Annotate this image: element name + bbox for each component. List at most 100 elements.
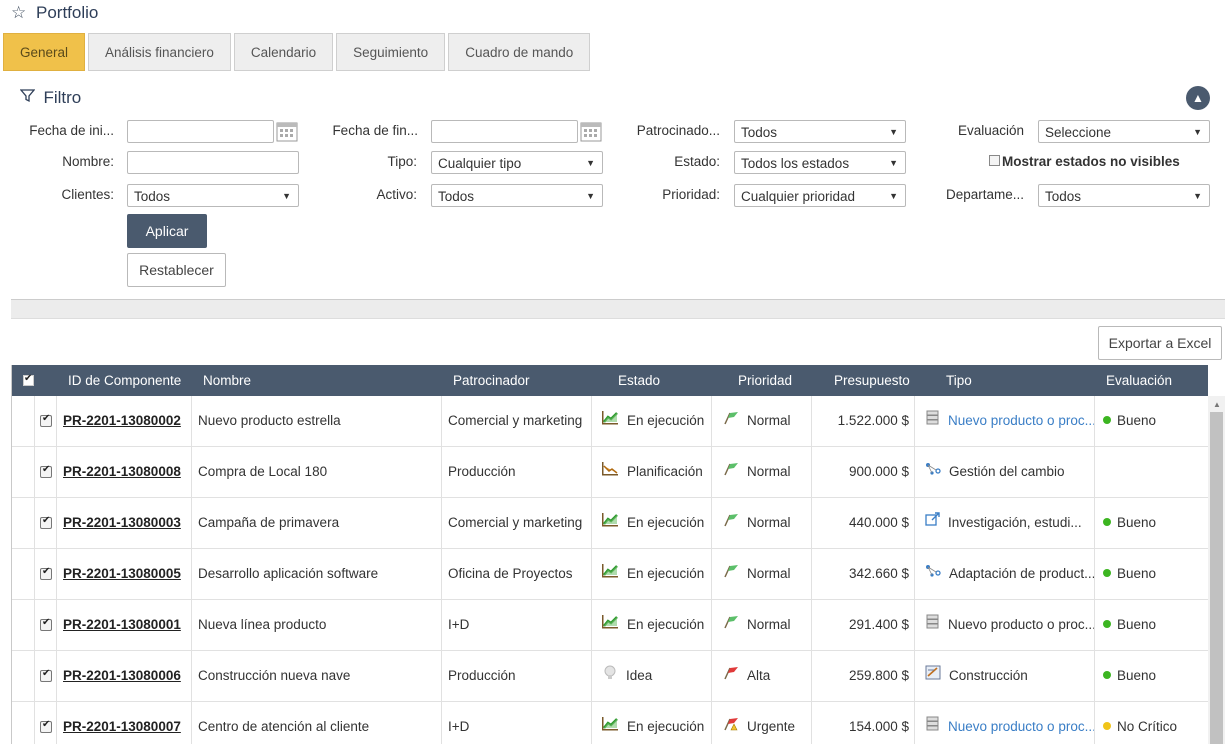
activo-label: Activo: xyxy=(376,187,417,202)
row-spacer xyxy=(12,498,35,548)
row-checkbox[interactable] xyxy=(40,464,52,478)
evaluacion-text: Bueno xyxy=(1117,617,1157,632)
cell-presupuesto: 440.000 $ xyxy=(812,498,915,548)
row-spacer xyxy=(12,702,35,744)
cell-tipo: Nuevo producto o proc... xyxy=(915,600,1095,650)
dropdown-arrow-icon: ▼ xyxy=(586,158,595,168)
row-checkbox[interactable] xyxy=(40,413,52,427)
export-excel-button[interactable]: Exportar a Excel xyxy=(1098,326,1222,360)
dropdown-arrow-icon: ▼ xyxy=(586,191,595,201)
component-id-link[interactable]: PR-2201-13080005 xyxy=(63,566,181,581)
cell-id: PR-2201-13080005 xyxy=(57,549,192,599)
tipo-text: Nuevo producto o proc... xyxy=(948,617,1095,632)
collapse-filter-button[interactable]: ▲ xyxy=(1186,86,1210,110)
cell-tipo: Nuevo producto o proc... xyxy=(915,702,1095,744)
nodes-icon xyxy=(925,447,941,497)
estado-select[interactable]: Todos los estados ▼ xyxy=(734,151,906,174)
table-row[interactable]: PR-2201-13080002 Nuevo producto estrellaC… xyxy=(12,396,1208,447)
component-id-link[interactable]: PR-2201-13080007 xyxy=(63,719,181,734)
column-header-estado[interactable]: Estado xyxy=(618,365,660,396)
fecha-fin-input[interactable] xyxy=(431,120,578,143)
tab-seguimiento[interactable]: Seguimiento xyxy=(336,33,446,71)
table-row[interactable]: PR-2201-13080006 Construcción nueva naveP… xyxy=(12,651,1208,702)
table-row[interactable]: PR-2201-13080008 Compra de Local 180Produ… xyxy=(12,447,1208,498)
cell-prioridad: Alta xyxy=(712,651,812,701)
calendar-icon[interactable] xyxy=(580,120,602,142)
clientes-select[interactable]: Todos ▼ xyxy=(127,184,299,207)
column-header-tipo[interactable]: Tipo xyxy=(946,365,972,396)
component-id-link[interactable]: PR-2201-13080008 xyxy=(63,464,181,479)
cell-nombre: Campaña de primavera xyxy=(192,498,442,548)
chevron-up-icon: ▲ xyxy=(1192,91,1204,105)
status-dot-icon xyxy=(1103,722,1111,731)
cell-prioridad: Normal xyxy=(712,396,812,446)
table-row[interactable]: PR-2201-13080001 Nueva línea productoI+D E… xyxy=(12,600,1208,651)
estado-value: Todos los estados xyxy=(741,156,850,171)
apply-button[interactable]: Aplicar xyxy=(127,214,207,248)
tab-analisis-financiero[interactable]: Análisis financiero xyxy=(88,33,231,71)
cell-patrocinador: Comercial y marketing xyxy=(442,498,592,548)
evaluacion-value: Seleccione xyxy=(1045,125,1112,140)
row-checkbox[interactable] xyxy=(40,515,52,529)
tipo-select[interactable]: Cualquier tipo ▼ xyxy=(431,151,603,174)
calendar-icon[interactable] xyxy=(276,120,298,142)
table-row[interactable]: PR-2201-13080007 Centro de atención al cl… xyxy=(12,702,1208,744)
tipo-text: Gestión del cambio xyxy=(949,464,1065,479)
column-header-presupuesto[interactable]: Presupuesto xyxy=(834,365,910,396)
dropdown-arrow-icon: ▼ xyxy=(889,127,898,137)
departamento-select[interactable]: Todos ▼ xyxy=(1038,184,1210,207)
patrocinador-select[interactable]: Todos ▼ xyxy=(734,120,906,143)
row-checkbox[interactable] xyxy=(40,566,52,580)
prioridad-text: Urgente xyxy=(747,719,796,734)
column-header-patrocinador[interactable]: Patrocinador xyxy=(453,365,530,396)
nombre-input[interactable] xyxy=(127,151,299,174)
planning-chart-icon xyxy=(602,447,619,497)
table-row[interactable]: PR-2201-13080003 Campaña de primaveraCome… xyxy=(12,498,1208,549)
component-id-link[interactable]: PR-2201-13080001 xyxy=(63,617,181,632)
vertical-scrollbar[interactable]: ▲ xyxy=(1208,396,1225,744)
tab-calendario[interactable]: Calendario xyxy=(233,33,334,71)
activo-select[interactable]: Todos ▼ xyxy=(431,184,603,207)
prioridad-select[interactable]: Cualquier prioridad ▼ xyxy=(734,184,906,207)
cell-nombre: Construcción nueva nave xyxy=(192,651,442,701)
row-checkbox[interactable] xyxy=(40,617,52,631)
cell-evaluacion: Bueno xyxy=(1095,600,1208,650)
component-id-link[interactable]: PR-2201-13080006 xyxy=(63,668,181,683)
tipo-text[interactable]: Nuevo producto o proc... xyxy=(948,719,1094,734)
component-id-link[interactable]: PR-2201-13080003 xyxy=(63,515,181,530)
tab-cuadro-de-mando[interactable]: Cuadro de mando xyxy=(448,33,591,71)
cell-evaluacion: Bueno xyxy=(1095,549,1208,599)
column-header-id[interactable]: ID de Componente xyxy=(68,365,181,396)
row-checkbox[interactable] xyxy=(40,719,52,733)
status-dot-icon xyxy=(1103,518,1111,527)
component-id-link[interactable]: PR-2201-13080002 xyxy=(63,413,181,428)
fecha-inicio-input[interactable] xyxy=(127,120,274,143)
reset-button[interactable]: Restablecer xyxy=(127,253,226,287)
flag-red-icon xyxy=(722,651,739,701)
tab-general[interactable]: General xyxy=(3,33,86,71)
scroll-up-icon[interactable]: ▲ xyxy=(1213,400,1221,409)
mostrar-no-visibles-checkbox[interactable] xyxy=(989,155,1000,166)
table-row[interactable]: PR-2201-13080005 Desarrollo aplicación so… xyxy=(12,549,1208,600)
column-header-evaluacion[interactable]: Evaluación xyxy=(1106,365,1172,396)
prioridad-text: Normal xyxy=(747,464,791,479)
row-checkbox[interactable] xyxy=(40,668,52,682)
tipo-text[interactable]: Nuevo producto o proc... xyxy=(948,413,1094,428)
column-header-prioridad[interactable]: Prioridad xyxy=(738,365,792,396)
cell-id: PR-2201-13080007 xyxy=(57,702,192,744)
dropdown-arrow-icon: ▼ xyxy=(1193,191,1202,201)
column-header-nombre[interactable]: Nombre xyxy=(203,365,251,396)
star-icon[interactable]: ☆ xyxy=(11,3,26,23)
portfolio-table: ID de Componente Nombre Patrocinador Est… xyxy=(11,365,1225,744)
cell-evaluacion: Bueno xyxy=(1095,396,1208,446)
evaluacion-select[interactable]: Seleccione ▼ xyxy=(1038,120,1210,143)
cell-evaluacion: Bueno xyxy=(1095,651,1208,701)
flag-warning-icon xyxy=(722,702,739,744)
table-header: ID de Componente Nombre Patrocinador Est… xyxy=(12,365,1208,396)
tipo-value: Cualquier tipo xyxy=(438,156,522,171)
cell-nombre: Nueva línea producto xyxy=(192,600,442,650)
estado-text: Idea xyxy=(626,668,653,683)
scrollbar-thumb[interactable] xyxy=(1210,412,1223,744)
fecha-inicio-label: Fecha de ini... xyxy=(29,123,114,138)
select-all-checkbox[interactable] xyxy=(23,373,34,386)
